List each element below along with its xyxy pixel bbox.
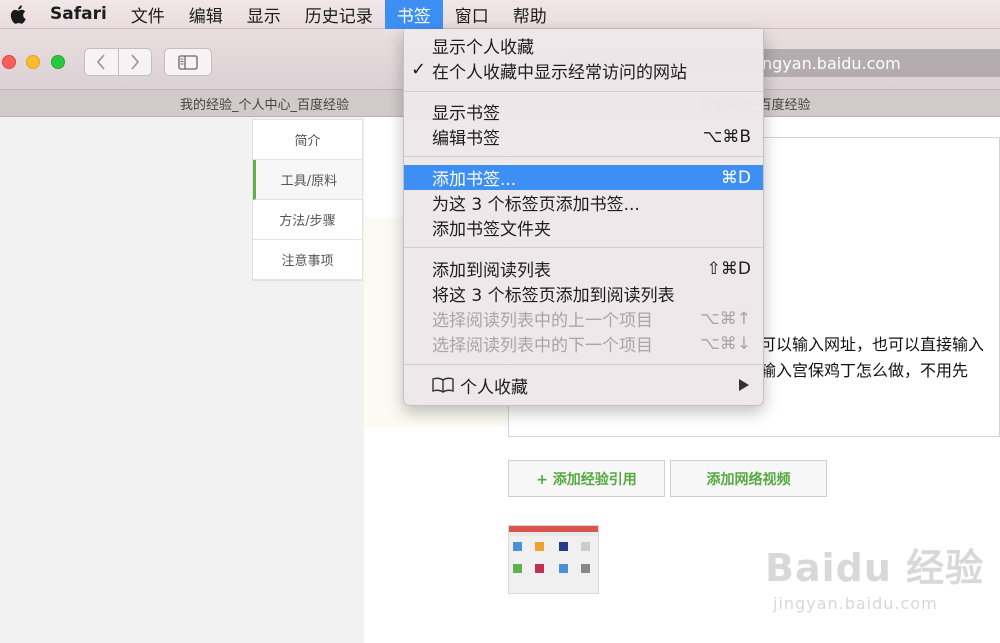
editor-text-line-1: 可以输入网址，也可以直接输入 (760, 335, 985, 354)
menu-show-favorites[interactable]: 显示个人收藏 (404, 33, 763, 58)
submenu-arrow-icon (739, 379, 749, 391)
menu-app-safari[interactable]: Safari (36, 0, 119, 29)
section-nav-intro[interactable]: 简介 (253, 120, 362, 160)
bookmarks-menu: 显示个人收藏 ✓ 在个人收藏中显示经常访问的网站 显示书签 编辑书签 ⌥⌘B 添… (403, 29, 764, 406)
shortcut-label: ⌥⌘↓ (700, 333, 751, 354)
section-nav: 简介 工具/原料 方法/步骤 注意事项 (252, 119, 363, 281)
menu-separator (404, 247, 763, 248)
sidebar-icon (178, 54, 198, 70)
menu-bar: Safari 文件 编辑 显示 历史记录 书签 窗口 帮助 (0, 0, 1000, 29)
book-icon (432, 377, 454, 393)
section-nav-steps[interactable]: 方法/步骤 (253, 200, 362, 240)
minimize-window-button[interactable] (26, 55, 40, 69)
watermark-logo: Baidu 经验 (765, 546, 985, 590)
menu-separator (404, 91, 763, 92)
add-video-button[interactable]: 添加网络视频 (670, 460, 827, 497)
menu-history[interactable]: 历史记录 (293, 0, 385, 29)
menu-file[interactable]: 文件 (119, 0, 177, 29)
menu-add-bookmark-tabs[interactable]: 为这 3 个标签页添加书签... (404, 190, 763, 215)
menu-edit-bookmarks[interactable]: 编辑书签 ⌥⌘B (404, 124, 763, 150)
menu-help[interactable]: 帮助 (501, 0, 559, 29)
chevron-right-icon (131, 54, 140, 70)
menu-next-reading-item: 选择阅读列表中的下一个项目 ⌥⌘↓ (432, 333, 751, 357)
chevron-left-icon (97, 54, 106, 70)
menu-add-tabs-reading-list[interactable]: 将这 3 个标签页添加到阅读列表 (404, 281, 763, 306)
tab-title: 我的经验_个人中心_百度经验 (179, 98, 349, 113)
navigation-buttons (84, 48, 152, 76)
image-thumbnail[interactable] (508, 525, 599, 594)
menu-view[interactable]: 显示 (235, 0, 293, 29)
menu-window[interactable]: 窗口 (443, 0, 501, 29)
menu-separator (404, 364, 763, 365)
menu-add-bookmark[interactable]: 添加书签... ⌘D (404, 165, 763, 190)
shortcut-label: ⌘D (720, 167, 751, 188)
menu-prev-reading-item: 选择阅读列表中的上一个项目 ⌥⌘↑ (432, 308, 751, 332)
add-reference-button[interactable]: + 添加经验引用 (508, 460, 665, 497)
menu-separator (404, 156, 763, 157)
apple-menu-icon[interactable] (0, 4, 36, 24)
menu-show-frequent-sites[interactable]: ✓ 在个人收藏中显示经常访问的网站 (404, 58, 763, 83)
section-nav-notes[interactable]: 注意事项 (253, 240, 362, 280)
address-text: ngyan.baidu.com (762, 53, 901, 73)
shortcut-label: ⇧⌘D (706, 258, 751, 279)
menu-edit[interactable]: 编辑 (177, 0, 235, 29)
menu-add-bookmark-folder[interactable]: 添加书签文件夹 (404, 215, 763, 240)
forward-button[interactable] (117, 49, 151, 75)
menu-show-bookmarks[interactable]: 显示书签 (404, 99, 763, 124)
section-nav-tools[interactable]: 工具/原料 (253, 160, 362, 200)
watermark-url: jingyan.baidu.com (773, 594, 938, 613)
zoom-window-button[interactable] (51, 55, 65, 69)
checkmark-icon: ✓ (411, 59, 427, 80)
close-window-button[interactable] (2, 55, 16, 69)
editor-text-line-2: 输入宫保鸡丁怎么做，不用先 (760, 361, 969, 380)
baidu-watermark: Baidu 经验 jingyan.baidu.com (765, 537, 984, 613)
menu-add-reading-list[interactable]: 添加到阅读列表 ⇧⌘D (404, 256, 763, 282)
menu-favorites-submenu[interactable]: 个人收藏 (404, 373, 763, 398)
shortcut-label: ⌥⌘↑ (700, 308, 751, 329)
back-button[interactable] (85, 49, 118, 75)
menu-bookmarks[interactable]: 书签 (384, 0, 443, 29)
sidebar-toggle-button[interactable] (164, 48, 212, 76)
shortcut-label: ⌥⌘B (702, 126, 751, 147)
